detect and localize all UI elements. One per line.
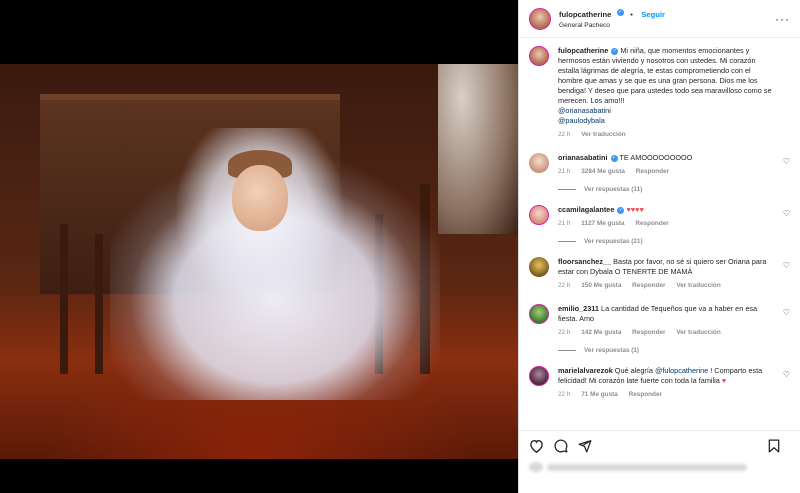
view-replies-button[interactable]: Ver respuestas (11): [558, 186, 790, 193]
comment-item: orianasabatini ✓ TE AMOOOOOOOOO 21 h 328…: [529, 153, 790, 177]
caption-mention[interactable]: @paulodybala: [558, 116, 776, 126]
comment-mention[interactable]: @fulopcatherine: [655, 366, 708, 375]
separator-dot: •: [630, 9, 633, 19]
comment-likes[interactable]: 150 Me gusta: [581, 282, 621, 289]
comment-like-heart-icon[interactable]: ♡: [783, 157, 790, 166]
replies-line: [558, 189, 576, 190]
reply-button[interactable]: Responder: [636, 168, 669, 175]
translate-link[interactable]: Ver traducción: [676, 329, 720, 336]
comment-username[interactable]: orianasabatini: [558, 153, 607, 162]
verified-badge-icon: ✓: [616, 8, 624, 16]
comment-text: ♥♥♥♥: [626, 205, 644, 214]
comment-likes[interactable]: 142 Me gusta: [581, 329, 621, 336]
verified-badge-icon: ✓: [617, 206, 625, 214]
post-header: fulopcatherine ✓ • Seguir General Pachec…: [519, 0, 800, 38]
verified-badge-icon: ✓: [610, 154, 618, 162]
comment-text: TE AMOOOOOOOOO: [619, 153, 693, 162]
author-avatar[interactable]: [529, 7, 551, 30]
comment-time: 21 h: [558, 168, 571, 175]
comment-time: 22 h: [558, 391, 571, 398]
caption-username[interactable]: fulopcatherine: [558, 46, 608, 55]
heart-icon[interactable]: [529, 439, 544, 453]
comment-likes[interactable]: 3284 Me gusta: [581, 168, 625, 175]
author-username[interactable]: fulopcatherine: [559, 10, 611, 19]
view-replies-label[interactable]: Ver respuestas (11): [584, 186, 642, 193]
comment-likes[interactable]: 71 Me gusta: [581, 391, 618, 398]
reply-button[interactable]: Responder: [632, 329, 665, 336]
comment-item: emilio_2311 La cantidad de Tequeños que …: [529, 304, 790, 338]
comment-like-heart-icon[interactable]: ♡: [783, 261, 790, 270]
view-replies-button[interactable]: Ver respuestas (21): [558, 238, 790, 245]
paper-plane-icon[interactable]: [578, 439, 592, 453]
comment-time: 21 h: [558, 220, 571, 227]
comment-like-heart-icon[interactable]: ♡: [783, 308, 790, 317]
caption-meta: 22 h Ver traducción: [558, 130, 776, 140]
comment-meta: 22 h 71 Me gusta Responder: [558, 390, 776, 400]
photo-window: [438, 64, 518, 234]
comment-username[interactable]: marielalvarezok: [558, 366, 613, 375]
comment-meta: 21 h 1127 Me gusta Responder: [558, 219, 776, 229]
comment-username[interactable]: ccamilagalantee: [558, 205, 614, 214]
bookmark-icon[interactable]: [768, 439, 780, 453]
comment-username[interactable]: floorsanchez__: [558, 257, 611, 266]
photo-stool-leg: [95, 234, 103, 374]
comment-item: floorsanchez__ Basta por favor, no sé si…: [529, 257, 790, 291]
comment-meta: 21 h 3284 Me gusta Responder: [558, 167, 776, 177]
reply-button[interactable]: Responder: [629, 391, 662, 398]
likes-summary-blurred: [529, 462, 769, 472]
view-replies-label[interactable]: Ver respuestas (1): [584, 347, 639, 354]
commenter-avatar[interactable]: [529, 304, 549, 324]
more-icon[interactable]: ···: [775, 12, 790, 26]
follow-button[interactable]: Seguir: [641, 10, 665, 19]
caption-time: 22 h: [558, 131, 571, 138]
translate-link[interactable]: Ver traducción: [581, 131, 625, 138]
comment-text: Qué alegría: [614, 366, 655, 375]
replies-line: [558, 241, 576, 242]
commenter-avatar[interactable]: [529, 205, 549, 225]
comment-time: 22 h: [558, 329, 571, 336]
commenter-avatar[interactable]: [529, 366, 549, 386]
comment-like-heart-icon[interactable]: ♡: [783, 370, 790, 379]
red-heart-emoji: ♥: [721, 376, 727, 385]
photo-girl-face: [232, 165, 288, 231]
comment-like-heart-icon[interactable]: ♡: [783, 209, 790, 218]
post-caption: fulopcatherine ✓ Mi niña, que momentos e…: [529, 46, 790, 140]
post-location[interactable]: General Pacheco: [559, 20, 665, 31]
view-replies-button[interactable]: Ver respuestas (1): [558, 347, 790, 354]
comment-username[interactable]: emilio_2311: [558, 304, 599, 313]
caption-avatar[interactable]: [529, 46, 549, 66]
comment-meta: 22 h 142 Me gusta Responder Ver traducci…: [558, 328, 776, 338]
blurred-likes-text: [547, 463, 747, 471]
comment-time: 22 h: [558, 282, 571, 289]
comments-list[interactable]: fulopcatherine ✓ Mi niña, que momentos e…: [519, 38, 800, 430]
blurred-avatar: [529, 462, 543, 472]
caption-mention[interactable]: @orianasabatini: [558, 106, 776, 116]
translate-link[interactable]: Ver traducción: [676, 282, 720, 289]
comment-item: ccamilagalantee ✓ ♥♥♥♥ 21 h 1127 Me gust…: [529, 205, 790, 229]
reply-button[interactable]: Responder: [632, 282, 665, 289]
comment-item: marielalvarezok Qué alegría @fulopcather…: [529, 366, 790, 400]
comment-icon[interactable]: [554, 438, 568, 453]
post-side-panel: fulopcatherine ✓ • Seguir General Pachec…: [518, 0, 800, 493]
reply-button[interactable]: Responder: [635, 220, 668, 227]
post-media[interactable]: [0, 0, 518, 493]
view-replies-label[interactable]: Ver respuestas (21): [584, 238, 643, 245]
commenter-avatar[interactable]: [529, 257, 549, 277]
comment-likes[interactable]: 1127 Me gusta: [581, 220, 624, 227]
replies-line: [558, 350, 576, 351]
post-action-bar: [519, 430, 800, 460]
photo-stool-leg: [60, 224, 68, 374]
comment-meta: 22 h 150 Me gusta Responder Ver traducci…: [558, 281, 776, 291]
post-header-text: fulopcatherine ✓ • Seguir General Pachec…: [559, 7, 665, 31]
commenter-avatar[interactable]: [529, 153, 549, 173]
verified-badge-icon: ✓: [611, 47, 619, 55]
